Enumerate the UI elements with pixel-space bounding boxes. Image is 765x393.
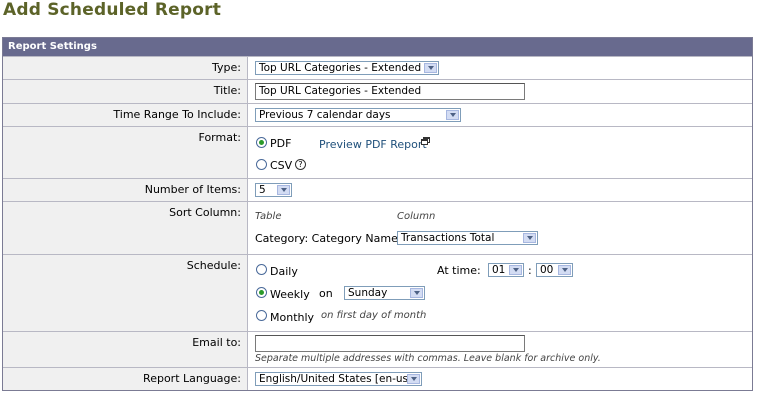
- sort-table-header: Table: [255, 211, 282, 222]
- report-settings-panel: Report Settings Type: Top URL Categories…: [2, 37, 753, 391]
- row-type: Type: Top URL Categories - Extended: [3, 56, 752, 79]
- email-input[interactable]: [255, 335, 525, 352]
- monthly-note: on first day of month: [321, 310, 427, 321]
- title-label: Title:: [3, 80, 248, 103]
- time-colon: :: [528, 264, 532, 277]
- chevron-down-icon: [523, 233, 536, 243]
- sort-row-label: Category: Category Name: [255, 232, 398, 245]
- time-range-select-value: Previous 7 calendar days: [259, 109, 391, 121]
- language-select[interactable]: English/United States [en-us]: [255, 372, 422, 386]
- chevron-down-icon: [424, 63, 437, 73]
- schedule-weekly-label: Weekly: [270, 288, 310, 301]
- weekday-value: Sunday: [348, 287, 388, 299]
- hour-select[interactable]: 01: [488, 263, 524, 277]
- chevron-down-icon: [277, 185, 290, 195]
- row-title: Title: Top URL Categories - Extended: [3, 79, 752, 103]
- help-icon[interactable]: ?: [295, 159, 306, 170]
- row-time-range: Time Range To Include: Previous 7 calend…: [3, 103, 752, 126]
- sort-column-value: Transactions Total: [401, 232, 495, 244]
- minute-value: 00: [540, 264, 554, 276]
- chevron-down-icon: [410, 288, 423, 298]
- schedule-daily-radio[interactable]: [256, 264, 267, 275]
- preview-pdf-link[interactable]: Preview PDF Report: [319, 138, 427, 151]
- row-schedule: Schedule: Daily At time: 01 : 00 Weekly …: [3, 254, 752, 331]
- time-range-select[interactable]: Previous 7 calendar days: [255, 108, 461, 122]
- chevron-down-icon: [407, 374, 420, 384]
- email-label: Email to:: [3, 332, 248, 367]
- schedule-monthly-radio[interactable]: [256, 310, 267, 321]
- sort-column-label: Sort Column:: [3, 202, 248, 254]
- weekday-select[interactable]: Sunday: [344, 286, 425, 300]
- report-language-label: Report Language:: [3, 368, 248, 390]
- on-label: on: [319, 287, 333, 300]
- type-label: Type:: [3, 57, 248, 79]
- row-number-of-items: Number of Items: 5: [3, 178, 752, 201]
- email-hint: Separate multiple addresses with commas.…: [255, 353, 601, 364]
- chevron-down-icon: [509, 265, 522, 275]
- title-input-value: Top URL Categories - Extended: [259, 85, 422, 97]
- schedule-daily-label: Daily: [270, 265, 298, 278]
- schedule-label: Schedule:: [3, 255, 248, 331]
- format-pdf-label: PDF: [270, 137, 292, 150]
- sort-column-select[interactable]: Transactions Total: [397, 231, 538, 245]
- row-email: Email to: Separate multiple addresses wi…: [3, 331, 752, 367]
- chevron-down-icon: [446, 110, 459, 120]
- sort-column-header: Column: [397, 211, 436, 222]
- time-range-label: Time Range To Include:: [3, 104, 248, 126]
- schedule-weekly-radio[interactable]: [256, 287, 267, 298]
- number-of-items-label: Number of Items:: [3, 179, 248, 201]
- at-time-label: At time:: [437, 264, 481, 277]
- type-select-value: Top URL Categories - Extended: [259, 62, 422, 74]
- number-of-items-value: 5: [259, 184, 266, 196]
- row-sort-column: Sort Column: Table Column Category: Cate…: [3, 201, 752, 254]
- type-select[interactable]: Top URL Categories - Extended: [255, 61, 439, 75]
- external-window-icon[interactable]: [421, 137, 430, 145]
- number-of-items-select[interactable]: 5: [255, 183, 292, 197]
- page-title: Add Scheduled Report: [3, 0, 222, 20]
- title-input[interactable]: Top URL Categories - Extended: [255, 83, 525, 100]
- row-report-language: Report Language: English/United States […: [3, 367, 752, 390]
- format-label: Format:: [3, 127, 248, 178]
- minute-select[interactable]: 00: [536, 263, 573, 277]
- format-pdf-radio[interactable]: [256, 137, 267, 148]
- schedule-monthly-label: Monthly: [270, 311, 315, 324]
- hour-value: 01: [492, 264, 506, 276]
- language-value: English/United States [en-us]: [259, 373, 413, 385]
- row-format: Format: PDF Preview PDF Report CSV ?: [3, 126, 752, 178]
- chevron-down-icon: [558, 265, 571, 275]
- panel-header: Report Settings: [3, 38, 752, 56]
- format-csv-label: CSV: [270, 159, 293, 172]
- format-csv-radio[interactable]: [256, 159, 267, 170]
